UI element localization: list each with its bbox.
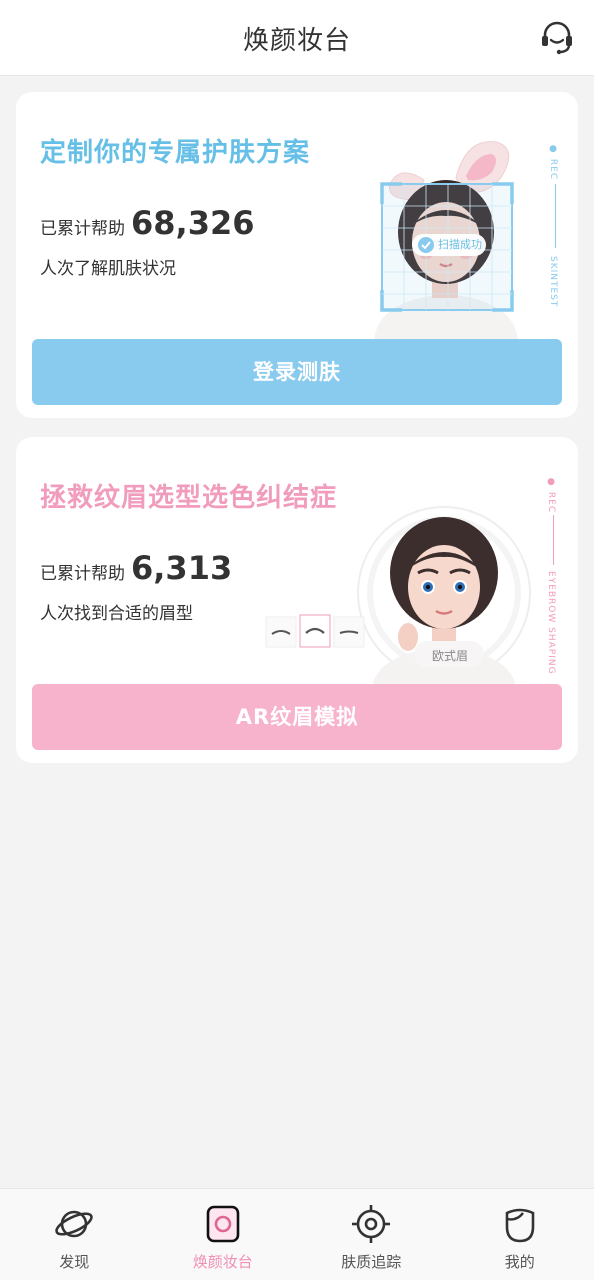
rec-tag: ● REC: [546, 477, 556, 513]
vertical-divider: [555, 184, 556, 248]
skin-test-card: 定制你的专属护肤方案 已累计帮助 68,326 人次了解肌肤状况 扫描成功 ● …: [16, 92, 578, 418]
bunny-avatar-illustration: 扫描成功: [346, 132, 546, 340]
vertical-divider: [553, 515, 554, 565]
rec-label: REC: [546, 491, 556, 514]
top-bar: 焕颜妆台: [0, 0, 594, 76]
stat-value: 6,313: [131, 549, 233, 587]
stat-suffix: 人次找到合适的眉型: [40, 604, 193, 624]
bottom-tab-bar: 发现 焕颜妆台 肤质追踪 我的: [0, 1188, 594, 1280]
skin-test-stat: 已累计帮助 68,326: [40, 204, 254, 242]
page-title: 焕颜妆台: [242, 26, 351, 56]
headset-icon[interactable]: [538, 18, 576, 56]
tab-label: 肤质追踪: [341, 1253, 402, 1271]
camera-icon: [206, 1205, 240, 1243]
scan-success-badge: 扫描成功: [438, 238, 482, 251]
tab-skin-tracking[interactable]: 肤质追踪: [297, 1189, 446, 1280]
rec-dot: ●: [548, 144, 558, 155]
rec-tag: ● REC: [548, 144, 558, 180]
ar-eyebrow-button[interactable]: AR纹眉模拟: [32, 684, 562, 750]
stat-prefix: 已累计帮助: [40, 564, 125, 584]
eyebrow-card: 拯救纹眉选型选色纠结症 已累计帮助 6,313 人次找到合适的眉型 欧式眉 ● …: [16, 437, 578, 763]
planet-icon: [55, 1210, 94, 1238]
skin-test-title: 定制你的专属护肤方案: [40, 138, 311, 168]
tab-makeup-studio[interactable]: 焕颜妆台: [149, 1189, 298, 1280]
stat-suffix: 人次了解肌肤状况: [40, 259, 176, 279]
tab-discover[interactable]: 发现: [0, 1189, 149, 1280]
tab-label: 发现: [59, 1253, 90, 1271]
tab-mine[interactable]: 我的: [446, 1189, 594, 1280]
eyebrow-avatar-illustration: 欧式眉: [244, 497, 544, 687]
brow-style-badge: 欧式眉: [432, 649, 469, 663]
eyebrow-shaping-tag: EYEBROW SHAPING: [546, 571, 556, 675]
login-skin-test-button[interactable]: 登录测肤: [32, 339, 562, 405]
target-icon: [352, 1205, 391, 1243]
stat-prefix: 已累计帮助: [40, 219, 125, 239]
tab-label: 我的: [504, 1253, 535, 1271]
rec-dot: ●: [546, 477, 556, 488]
rec-label: REC: [548, 158, 558, 181]
face-icon: [505, 1208, 535, 1243]
stat-value: 68,326: [131, 204, 255, 242]
tab-label: 焕颜妆台: [192, 1253, 253, 1271]
eyebrow-stat: 已累计帮助 6,313: [40, 549, 232, 587]
skintest-tag: SKINTEST: [548, 256, 558, 308]
